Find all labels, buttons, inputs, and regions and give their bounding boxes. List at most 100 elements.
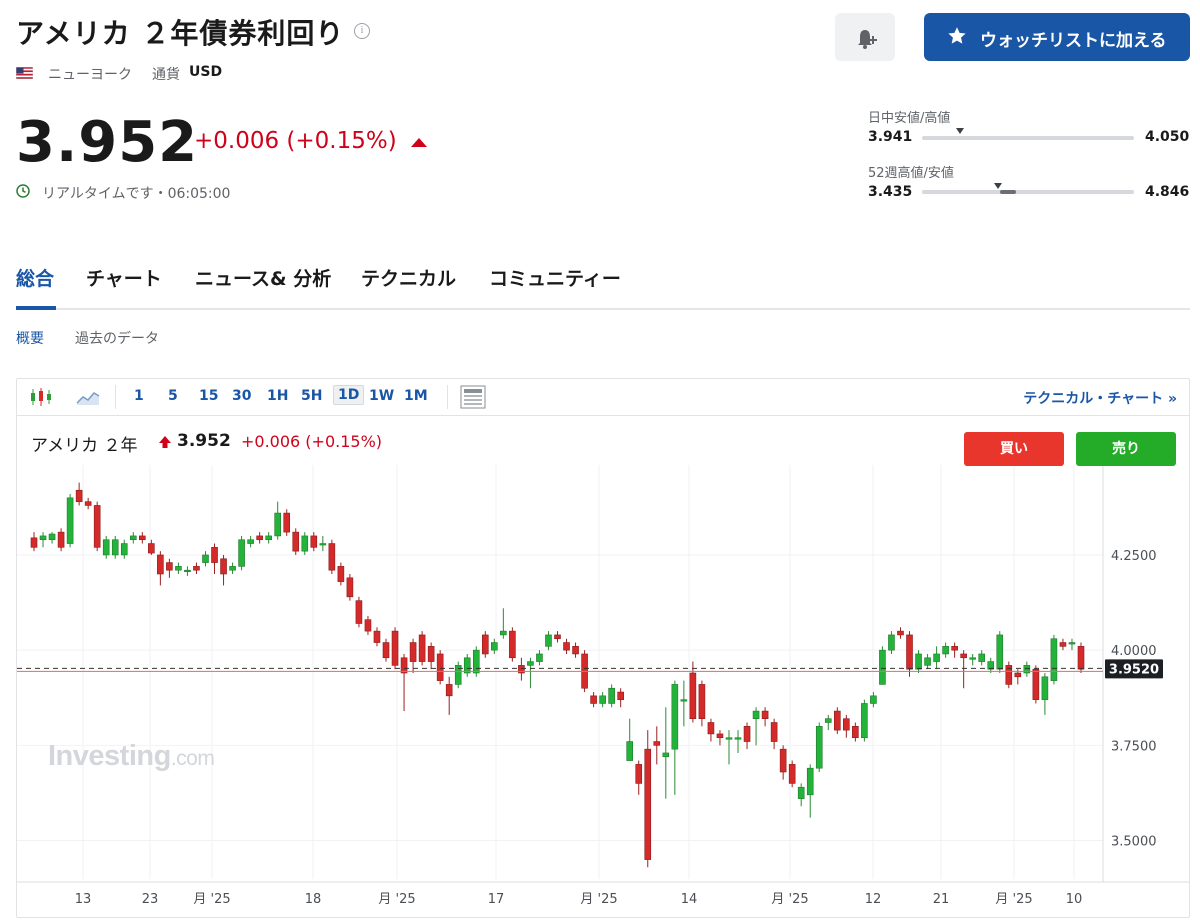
candle-body xyxy=(30,537,38,548)
candle-body xyxy=(960,653,967,659)
day-range-label: 日中安値/高値 xyxy=(868,111,951,126)
candle-body xyxy=(355,600,363,624)
watermark-brand: Investing xyxy=(48,740,171,772)
x-axis-tick-label: 23 xyxy=(142,892,159,907)
candle-body xyxy=(75,489,83,502)
candle-body xyxy=(337,566,345,582)
x-axis-tick-label: 17 xyxy=(488,892,505,907)
subtab-summary[interactable]: 概要 xyxy=(16,328,44,348)
candle-body xyxy=(779,748,787,773)
candle-body xyxy=(861,703,868,739)
day-high: 4.050 xyxy=(1145,129,1190,145)
candle-body xyxy=(716,733,724,739)
candle-body xyxy=(698,684,706,719)
tab-news-analysis[interactable]: ニュース& 分析 xyxy=(195,264,331,291)
tab-chart[interactable]: チャート xyxy=(86,264,162,291)
candle-body xyxy=(229,566,236,571)
info-icon[interactable]: i xyxy=(354,23,370,39)
candle-body xyxy=(463,657,471,674)
up-arrow-icon xyxy=(159,436,171,448)
candle-body xyxy=(166,562,173,571)
bell-plus-icon xyxy=(858,30,877,49)
last-price-tag-label: 3.9520 xyxy=(1109,662,1159,677)
x-axis-tick-label: 月 '25 xyxy=(771,892,808,907)
candle-body xyxy=(418,634,426,662)
x-axis-tick-label: 18 xyxy=(305,892,322,907)
exchange-name: ニューヨーク xyxy=(48,67,132,83)
buy-button[interactable]: 買い xyxy=(964,432,1064,466)
x-axis-tick-label: 12 xyxy=(865,892,882,907)
week52-low: 3.435 xyxy=(868,184,913,200)
candle-body xyxy=(175,566,182,571)
add-to-watchlist-button[interactable]: ウォッチリストに加える xyxy=(924,13,1190,61)
candle-body xyxy=(211,547,218,563)
week52-range-bar xyxy=(922,190,1134,194)
week52-range-marker xyxy=(994,183,1003,189)
candle-body xyxy=(978,653,986,662)
candle-body xyxy=(888,634,895,651)
candle-body xyxy=(536,653,543,662)
price-change: +0.006 (+0.15%) xyxy=(194,128,397,154)
day-range-bar xyxy=(922,136,1134,140)
candle-body xyxy=(220,558,227,575)
tab-overview[interactable]: 総合 xyxy=(16,264,54,291)
candle-body xyxy=(509,630,516,659)
day-range-marker xyxy=(956,128,965,134)
tab-divider xyxy=(16,308,1190,310)
legend-price: 3.952 xyxy=(177,431,231,451)
candle-body xyxy=(680,699,688,702)
candle-body xyxy=(265,535,272,541)
candle-body xyxy=(897,630,904,636)
candle-body xyxy=(1014,672,1022,678)
candle-body xyxy=(409,642,417,662)
candle-body xyxy=(184,569,191,572)
x-axis-tick-label: 10 xyxy=(1066,892,1083,907)
candle-body xyxy=(445,684,453,697)
candle-body xyxy=(725,737,733,740)
candle-body xyxy=(1050,638,1058,681)
candle-body xyxy=(57,531,65,548)
week52-range-label: 52週高値/安値 xyxy=(868,166,954,181)
candle-body xyxy=(301,535,309,552)
tab-technical[interactable]: テクニカル xyxy=(361,264,456,291)
candle-body xyxy=(743,726,751,742)
chart-widget: 1 5 15 30 1H 5H 1D 1W 1M テクニカル・チャート » 4.… xyxy=(16,378,1190,918)
candle-body xyxy=(879,649,886,685)
candle-body xyxy=(933,653,940,662)
candle-body xyxy=(391,630,399,666)
watchlist-label: ウォッチリストに加える xyxy=(980,31,1167,51)
candle-body xyxy=(500,630,507,636)
candle-body xyxy=(39,535,47,541)
add-alert-button[interactable] xyxy=(835,13,895,61)
clock-icon xyxy=(16,184,30,198)
candle-body xyxy=(671,684,679,750)
candle-body xyxy=(328,543,336,571)
y-axis-tick-label: 4.0000 xyxy=(1111,644,1157,659)
candle-body xyxy=(563,642,570,651)
candle-body xyxy=(608,687,615,704)
candle-body xyxy=(472,649,480,674)
sell-button[interactable]: 売り xyxy=(1076,432,1176,466)
candle-body xyxy=(148,543,155,554)
candle-body xyxy=(193,566,200,571)
candle-body xyxy=(93,505,101,548)
legend-instrument-name: アメリカ ２年 xyxy=(31,436,138,456)
candle-body xyxy=(481,634,489,655)
candle-body xyxy=(346,577,354,598)
candle-body xyxy=(599,695,606,704)
candle-body xyxy=(572,646,579,655)
instrument-title: アメリカ ２年債券利回り xyxy=(16,17,345,50)
candle-body xyxy=(373,630,381,643)
tab-community[interactable]: コミュニティー xyxy=(489,264,621,291)
candle-body xyxy=(120,543,128,556)
candle-body xyxy=(364,619,372,632)
y-axis-tick-label: 3.7500 xyxy=(1111,739,1157,754)
candle-body xyxy=(852,726,859,739)
candle-body xyxy=(806,767,814,796)
y-axis-tick-label: 4.2500 xyxy=(1111,549,1157,564)
day-low: 3.941 xyxy=(868,129,913,145)
legend-change: +0.006 (+0.15%) xyxy=(241,432,383,451)
subtab-historical-data[interactable]: 過去のデータ xyxy=(75,328,159,348)
candle-body xyxy=(111,539,119,556)
candle-body xyxy=(256,535,263,541)
